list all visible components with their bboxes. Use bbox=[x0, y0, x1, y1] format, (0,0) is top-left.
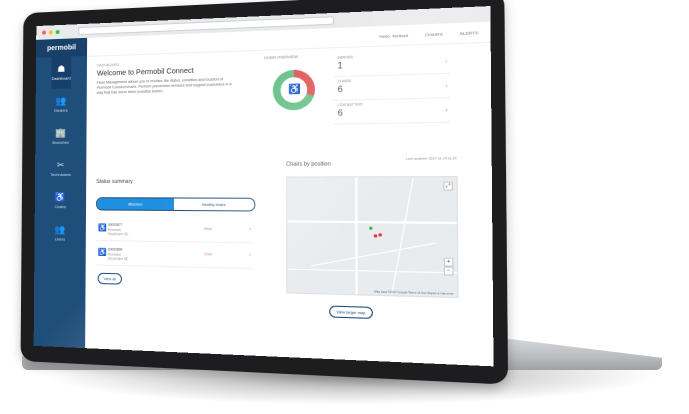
chair-icon: ♿ bbox=[97, 224, 107, 232]
sidebar-item-label: Dealers bbox=[54, 107, 68, 113]
map-pin-error[interactable] bbox=[373, 234, 378, 238]
stat-label: CHAIRS bbox=[337, 78, 352, 84]
stat-row-low-battery[interactable]: LOW BATTERY 6 › bbox=[333, 98, 451, 125]
sidebar-item-dashboard[interactable]: ☗ Dashboard bbox=[50, 56, 72, 90]
stat-value: 1 bbox=[337, 60, 343, 71]
sidebar-item-label: Users bbox=[54, 236, 66, 242]
main-content: Hello, Melissa CHAIRS ALERTS DASHBOARD W… bbox=[85, 21, 494, 367]
chairs-by-position-title: Chairs by position bbox=[286, 161, 331, 168]
chair-location: Stockholm SE bbox=[107, 256, 129, 262]
map-attribution: Map data ©2017 Google Terms of Use Repor… bbox=[374, 290, 454, 296]
tab-healthy-chairs[interactable]: Healthy chairs bbox=[173, 198, 255, 211]
status-badge: Error bbox=[204, 252, 213, 257]
chair-overview-label: CHAIR OVERVIEW bbox=[264, 54, 298, 61]
stat-value: 6 bbox=[337, 84, 343, 95]
sidebar-item-chairs[interactable]: ♿ Chairs bbox=[50, 185, 71, 217]
welcome-text: Fleet Management allows you to monitor t… bbox=[96, 77, 232, 95]
breadcrumb: DASHBOARD bbox=[96, 62, 120, 68]
chair-stats: ERRORS 1 › CHAIRS 6 › LOW BATTERY 6 › bbox=[332, 49, 451, 125]
chevron-right-icon: › bbox=[445, 82, 448, 90]
chevron-right-icon: › bbox=[445, 107, 448, 114]
sidebar: permobil ☗ Dashboard 👥 Dealers 🏢 Branches ✂ Tec… bbox=[33, 37, 88, 349]
chair-overview-card: CHAIR OVERVIEW ♿ bbox=[264, 54, 326, 141]
stat-row-errors[interactable]: ERRORS 1 › bbox=[332, 49, 450, 78]
map-pin-error[interactable] bbox=[378, 233, 382, 237]
status-badge: Error bbox=[204, 226, 213, 232]
map-last-updated: Last updated: 2017-11-14 11:20 bbox=[406, 156, 457, 161]
close-window-icon[interactable] bbox=[42, 30, 46, 35]
map-pin-healthy[interactable] bbox=[369, 226, 373, 230]
laptop-screen: permobil ☗ Dashboard 👥 Dealers 🏢 Branches ✂ Tec… bbox=[33, 6, 494, 367]
topbar-chairs[interactable]: CHAIRS bbox=[425, 31, 443, 37]
chair-icon: ♿ bbox=[97, 249, 107, 257]
branches-icon: 🏢 bbox=[55, 127, 67, 138]
chevron-right-icon: › bbox=[249, 251, 251, 259]
zoom-out-icon[interactable]: − bbox=[443, 266, 454, 276]
technicians-icon: ✂ bbox=[56, 159, 65, 170]
users-icon: 👥 bbox=[54, 224, 66, 235]
chair-id: 00000896 bbox=[107, 247, 123, 252]
sidebar-item-label: Branches bbox=[52, 139, 70, 145]
sidebar-item-dealers[interactable]: 👥 Dealers bbox=[51, 88, 72, 120]
view-larger-map-button[interactable]: View larger map bbox=[329, 305, 373, 319]
table-row[interactable]: ♿ 00000877 Permobil Stockholm SE Error › bbox=[95, 219, 254, 244]
page-title: Welcome to Permobil Connect bbox=[96, 67, 194, 78]
chair-icon: ♿ bbox=[54, 192, 66, 203]
zoom-in-icon[interactable]: + bbox=[443, 257, 454, 267]
maximize-window-icon[interactable] bbox=[55, 29, 60, 35]
topbar-alerts[interactable]: ALERTS bbox=[460, 29, 479, 35]
sidebar-item-label: Chairs bbox=[54, 204, 66, 210]
stat-value: 6 bbox=[337, 108, 343, 119]
stat-label: ERRORS bbox=[337, 55, 354, 60]
chevron-right-icon: › bbox=[249, 226, 251, 233]
tab-attention[interactable]: Attention bbox=[97, 198, 175, 210]
chair-map[interactable]: + − ⤢ Map data ©2017 Google Terms of Use… bbox=[286, 176, 459, 299]
chair-location: Stockholm SE bbox=[107, 231, 129, 237]
sidebar-item-label: Technicians bbox=[50, 171, 71, 177]
dashboard-icon: ☗ bbox=[57, 63, 66, 74]
table-row[interactable]: ♿ 00000896 Permobil Stockholm SE Error › bbox=[95, 244, 254, 269]
fullscreen-icon[interactable]: ⤢ bbox=[443, 181, 453, 191]
chair-id: 00000877 bbox=[108, 222, 123, 228]
status-tabs: Attention Healthy chairs bbox=[96, 197, 256, 212]
sidebar-item-technicians[interactable]: ✂ Technicians bbox=[50, 153, 71, 185]
user-greeting[interactable]: Hello, Melissa bbox=[379, 32, 408, 39]
chevron-right-icon: › bbox=[445, 58, 448, 66]
app-shell: permobil ☗ Dashboard 👥 Dealers 🏢 Branches ✂ Tec… bbox=[33, 21, 494, 367]
stat-label: LOW BATTERY bbox=[337, 102, 364, 108]
dealers-icon: 👥 bbox=[55, 95, 67, 106]
permobil-logo: permobil bbox=[36, 37, 88, 58]
sidebar-item-users[interactable]: 👥 Users bbox=[50, 217, 71, 250]
stat-row-chairs[interactable]: CHAIRS 6 › bbox=[333, 74, 450, 101]
minimize-window-icon[interactable] bbox=[48, 30, 53, 35]
view-all-button[interactable]: View all bbox=[97, 272, 122, 285]
sidebar-item-branches[interactable]: 🏢 Branches bbox=[50, 121, 71, 153]
status-summary-title: Status summary bbox=[96, 178, 133, 185]
sidebar-item-label: Dashboard bbox=[51, 75, 71, 82]
chair-icon: ♿ bbox=[288, 83, 301, 95]
